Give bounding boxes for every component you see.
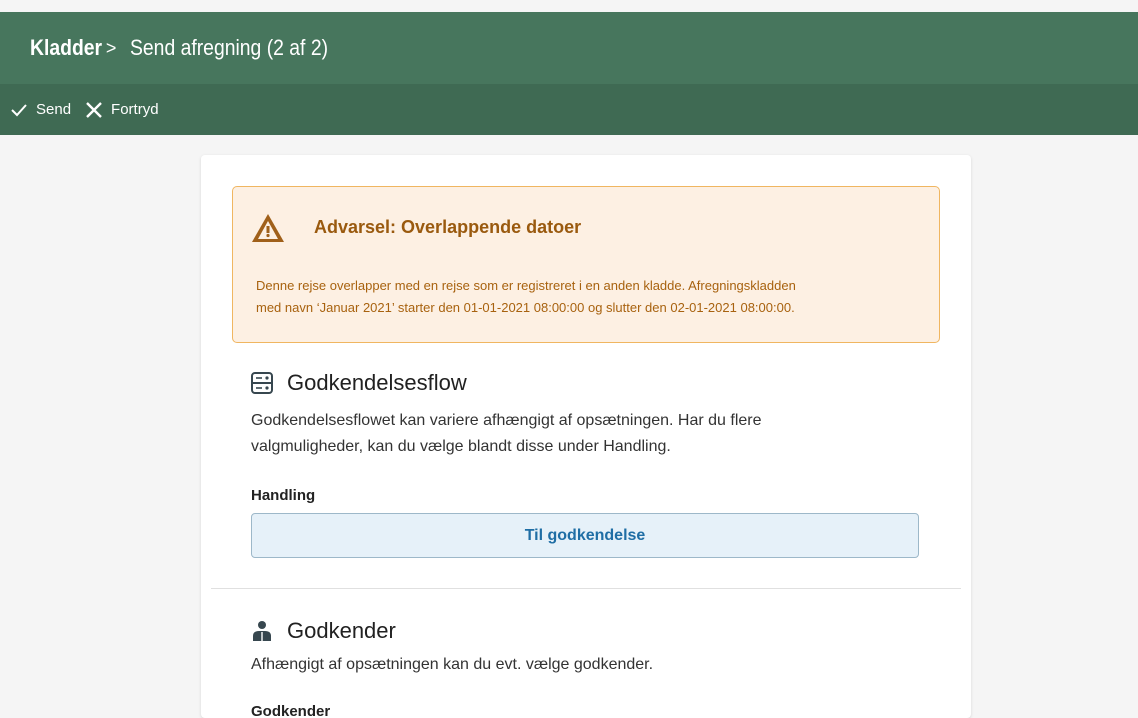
close-icon — [86, 101, 102, 118]
approver-description: Afhængigt af opsætningen kan du evt. væl… — [251, 656, 654, 673]
breadcrumb-root[interactable]: Kladder — [30, 35, 102, 61]
send-button[interactable]: Send — [10, 101, 71, 118]
overlap-warning: Advarsel: Overlappende datoer Denne rejs… — [232, 186, 940, 343]
checkmark-icon — [11, 103, 27, 116]
cancel-button[interactable]: Fortryd — [85, 101, 159, 119]
section-divider — [211, 588, 961, 589]
approver-heading: Godkender — [251, 618, 396, 644]
send-button-label: Send — [36, 101, 72, 118]
toolbar: Send Fortryd — [0, 84, 1138, 135]
approval-flow-heading: Godkendelsesflow — [251, 370, 467, 396]
approval-flow-text-line: Godkendelsesflowet kan variere afhængigt… — [251, 412, 762, 429]
warning-title: Advarsel: Overlappende datoer — [314, 217, 582, 237]
settlement-card: Advarsel: Overlappende datoer Denne rejs… — [201, 155, 971, 718]
warning-text: Denne rejse overlapper med en rejse som … — [256, 275, 926, 319]
approval-flow-title: Godkendelsesflow — [287, 370, 467, 395]
person-icon — [253, 621, 271, 641]
app-header: Kladder > Send afregning (2 af 2) — [0, 12, 1138, 84]
warning-text-line: Denne rejse overlapper med en rejse som … — [256, 278, 796, 293]
breadcrumb-current: Send afregning (2 af 2) — [130, 35, 329, 60]
approval-flow-description: Godkendelsesflowet kan variere afhængigt… — [251, 408, 762, 460]
breadcrumb-separator: > — [105, 37, 117, 58]
approval-flow-text-line: valgmuligheder, kan du vælge blandt diss… — [251, 438, 671, 455]
warning-triangle-icon — [252, 214, 284, 242]
approver-title: Godkender — [287, 618, 396, 643]
approver-field-label: Godkender — [251, 703, 331, 718]
warning-text-line: med navn ‘Januar 2021’ starter den 01-01… — [256, 300, 795, 315]
flow-icon — [251, 372, 273, 394]
handling-label: Handling — [251, 487, 316, 504]
cancel-button-label: Fortryd — [111, 101, 159, 118]
til-godkendelse-button[interactable]: Til godkendelse — [251, 513, 919, 558]
